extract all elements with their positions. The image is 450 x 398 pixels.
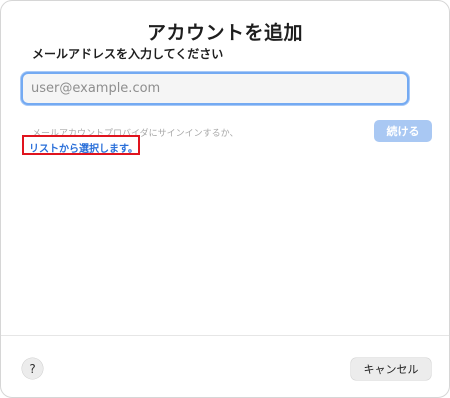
footer-divider: [1, 335, 449, 336]
continue-button[interactable]: 続ける: [374, 120, 432, 142]
help-button[interactable]: ?: [22, 358, 43, 379]
cancel-button[interactable]: キャンセル: [351, 358, 431, 380]
choose-from-list-link[interactable]: リストから選択します。: [29, 140, 138, 155]
add-account-dialog: アカウントを追加 メールアドレスを入力してください メールアカウントプロバイダに…: [0, 0, 450, 398]
dialog-title: アカウントを追加: [146, 22, 303, 44]
dialog-subtitle: メールアドレスを入力してください: [32, 47, 224, 61]
email-field[interactable]: [21, 72, 409, 105]
